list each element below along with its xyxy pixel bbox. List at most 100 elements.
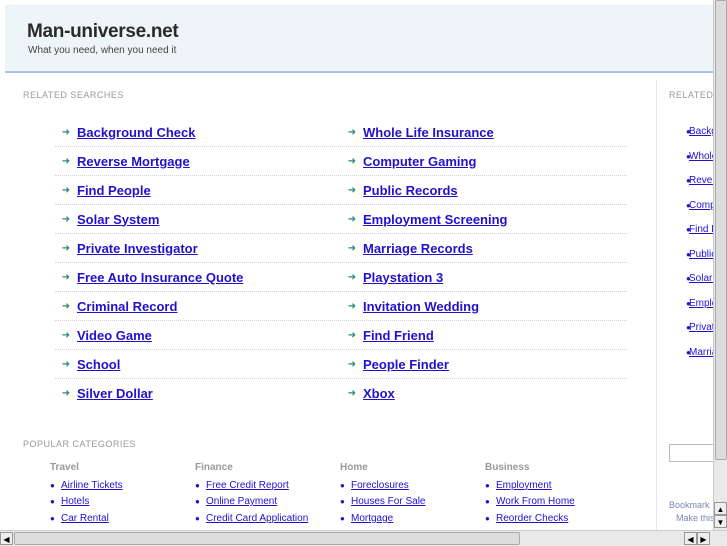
related-link[interactable]: Silver Dollar [77, 386, 153, 401]
bullet-icon: ● [340, 497, 345, 507]
related-link[interactable]: Private Investigator [77, 241, 198, 256]
related-link[interactable]: Solar System [77, 212, 159, 227]
sidebar-link[interactable]: Solar System [689, 273, 713, 284]
bullet-icon: ● [485, 513, 490, 523]
sidebar-link[interactable]: Computer Gaming [689, 200, 713, 211]
arrow-icon: ➜ [347, 329, 357, 341]
related-row: ➜ Criminal Record ➜ Invitation Wedding [55, 292, 627, 321]
related-item: ➜ Computer Gaming [341, 154, 627, 169]
category-item: ● Car Rental [50, 510, 195, 527]
scroll-up-icon[interactable]: ▲ [714, 502, 727, 515]
sidebar-link-item: Public Records [689, 249, 713, 260]
sidebar-link[interactable]: Marriage Records [689, 347, 713, 358]
category-link[interactable]: Airline Tickets [61, 480, 123, 491]
related-link[interactable]: Background Check [77, 125, 195, 140]
sidebar-link[interactable]: Whole Life Insurance [689, 151, 713, 162]
category-link[interactable]: Mortgage [351, 513, 393, 524]
sidebar-heading: RELATED [669, 90, 713, 100]
related-item: ➜ School [55, 357, 341, 372]
sidebar-link[interactable]: Private Investigator [689, 322, 713, 333]
related-row: ➜ Reverse Mortgage ➜ Computer Gaming [55, 147, 627, 176]
bookmark-link[interactable]: Bookmark [669, 500, 710, 510]
category-link[interactable]: Foreclosures [351, 480, 409, 491]
related-item: ➜ Public Records [341, 183, 627, 198]
related-row: ➜ Find People ➜ Public Records [55, 176, 627, 205]
related-link[interactable]: Xbox [363, 386, 395, 401]
category-link[interactable]: Car Rental [61, 513, 109, 524]
vertical-scrollbar[interactable]: ▲ ▼ [713, 0, 727, 530]
related-link[interactable]: Criminal Record [77, 299, 177, 314]
category-link[interactable]: Reorder Checks [496, 513, 568, 524]
sidebar-link-item: Computer Gaming [689, 200, 713, 211]
scroll-left-icon[interactable]: ◀ [0, 532, 13, 545]
vertical-scroll-thumb[interactable] [715, 0, 727, 460]
category-item: ● Reorder Checks [485, 510, 630, 527]
related-link[interactable]: Find People [77, 183, 151, 198]
related-link[interactable]: Playstation 3 [363, 270, 443, 285]
related-link[interactable]: Computer Gaming [363, 154, 476, 169]
related-item: ➜ Employment Screening [341, 212, 627, 227]
sidebar-link[interactable]: Public Records [689, 249, 713, 260]
popular-categories: Travel ● Airline Tickets ● Hotels ● Car Rental… [50, 462, 630, 527]
related-link[interactable]: Free Auto Insurance Quote [77, 270, 243, 285]
category-link[interactable]: Free Credit Report [206, 480, 289, 491]
related-link[interactable]: Video Game [77, 328, 152, 343]
category-item: ● Airline Tickets [50, 477, 195, 494]
sidebar-link[interactable]: Reverse Mortgage [689, 175, 713, 186]
arrow-icon: ➜ [347, 126, 357, 138]
category-finance: Finance ● Free Credit Report ● Online Paymen… [195, 462, 340, 527]
arrow-icon: ➜ [347, 387, 357, 399]
related-link[interactable]: Invitation Wedding [363, 299, 479, 314]
arrow-icon: ➜ [347, 184, 357, 196]
related-item: ➜ Criminal Record [55, 299, 341, 314]
category-link[interactable]: Houses For Sale [351, 496, 425, 507]
horizontal-scroll-thumb[interactable] [14, 532, 520, 545]
category-title: Finance [195, 462, 233, 473]
sidebar-link-item: Marriage Records [689, 347, 713, 358]
horizontal-scrollbar[interactable]: ◀ ◀ ▶ [0, 530, 727, 546]
popular-categories-heading: POPULAR CATEGORIES [23, 439, 136, 449]
make-homepage-link[interactable]: Make this [676, 513, 713, 523]
related-item: ➜ Private Investigator [55, 241, 341, 256]
sidebar-link-item: Solar System [689, 273, 713, 284]
category-link[interactable]: Hotels [61, 496, 89, 507]
bullet-icon: ● [340, 480, 345, 490]
sidebar-link[interactable]: Background Check [689, 126, 713, 137]
related-item: ➜ Reverse Mortgage [55, 154, 341, 169]
arrow-icon: ➜ [347, 213, 357, 225]
sidebar-link[interactable]: Employment Screening [689, 298, 713, 309]
related-item: ➜ Background Check [55, 125, 341, 140]
sidebar-search-input[interactable] [669, 444, 713, 462]
related-item: ➜ People Finder [341, 357, 627, 372]
category-link[interactable]: Online Payment [206, 496, 277, 507]
related-link[interactable]: Marriage Records [363, 241, 473, 256]
related-item: ➜ Whole Life Insurance [341, 125, 627, 140]
arrow-icon: ➜ [347, 271, 357, 283]
related-link[interactable]: Employment Screening [363, 212, 507, 227]
category-item: ● Online Payment [195, 494, 340, 511]
category-link[interactable]: Employment [496, 480, 552, 491]
scroll-right-icon[interactable]: ▶ [697, 532, 710, 545]
related-link[interactable]: Find Friend [363, 328, 434, 343]
arrow-icon: ➜ [61, 126, 71, 138]
related-searches-heading: RELATED SEARCHES [23, 90, 124, 100]
related-item: ➜ Invitation Wedding [341, 299, 627, 314]
category-item: ● Mortgage [340, 510, 485, 527]
category-item: ● Credit Card Application [195, 510, 340, 527]
related-item: ➜ Silver Dollar [55, 386, 341, 401]
related-item: ➜ Xbox [341, 386, 627, 401]
sidebar-link[interactable]: Find People [689, 224, 713, 235]
scroll-left-end-icon[interactable]: ◀ [684, 532, 697, 545]
scroll-down-icon[interactable]: ▼ [714, 515, 727, 528]
arrow-icon: ➜ [61, 242, 71, 254]
bullet-icon: ● [195, 513, 200, 523]
related-link[interactable]: People Finder [363, 357, 449, 372]
related-row: ➜ Private Investigator ➜ Marriage Records [55, 234, 627, 263]
related-link[interactable]: School [77, 357, 120, 372]
category-link[interactable]: Credit Card Application [206, 513, 308, 524]
related-link[interactable]: Whole Life Insurance [363, 125, 494, 140]
category-link[interactable]: Work From Home [496, 496, 575, 507]
related-link[interactable]: Public Records [363, 183, 458, 198]
related-link[interactable]: Reverse Mortgage [77, 154, 190, 169]
category-travel: Travel ● Airline Tickets ● Hotels ● Car Rental [50, 462, 195, 527]
